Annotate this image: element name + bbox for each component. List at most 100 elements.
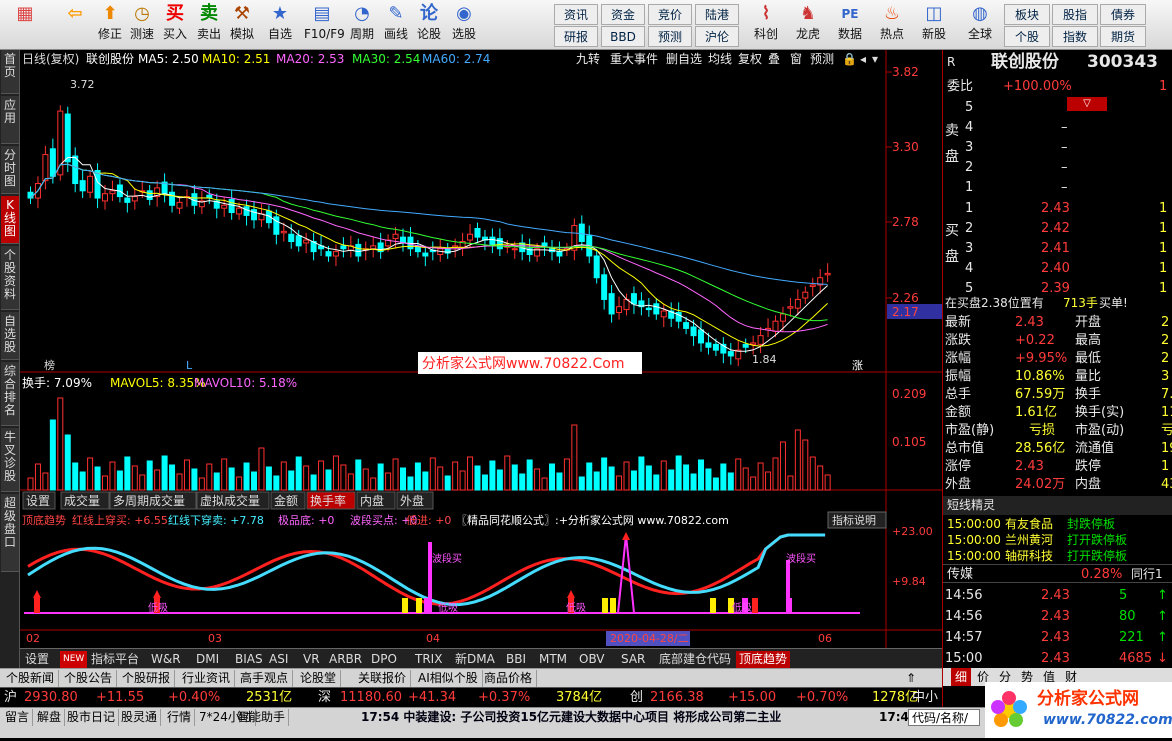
- dragon-tool-button[interactable]: ♞ 龙虎: [788, 2, 828, 48]
- status-item[interactable]: 解盘: [34, 709, 66, 726]
- toolbar-small-button[interactable]: BBD: [601, 26, 645, 47]
- star-tool-button[interactable]: ★ 自选: [262, 2, 298, 48]
- indicator-tab[interactable]: W&R: [148, 651, 184, 668]
- info-tab[interactable]: AI相似个股: [414, 670, 483, 687]
- stat-label: 市盈(静): [945, 423, 995, 438]
- indicator-tab[interactable]: 顶底趋势: [736, 651, 791, 668]
- indicator-tab[interactable]: 新DMA: [452, 651, 498, 668]
- indicator-tab[interactable]: NEW: [60, 651, 88, 668]
- kline-tab[interactable]: 重大事件: [610, 52, 658, 66]
- quote-bottom-tab[interactable]: 细: [951, 668, 971, 686]
- kline-tab[interactable]: 均线: [708, 52, 732, 66]
- kline-tab[interactable]: 九转: [576, 51, 600, 66]
- status-item[interactable]: 行情: [164, 709, 196, 726]
- toolbar-small-button[interactable]: 指数: [1052, 26, 1098, 47]
- buy-level-row: 3 2.41 1: [943, 239, 1172, 258]
- kline-tab[interactable]: 窗: [790, 52, 802, 66]
- toolbar-small-button[interactable]: 股指: [1052, 4, 1098, 25]
- left-tab-7[interactable]: 牛叉诊股: [1, 428, 19, 492]
- buy-tool-button[interactable]: 买买入: [157, 2, 193, 48]
- info-tab[interactable]: 个股公告: [60, 670, 118, 687]
- lock-icon[interactable]: 🔒: [842, 52, 857, 66]
- menu-arrow-icon[interactable]: ▾: [872, 52, 878, 66]
- kline-tab[interactable]: 叠: [768, 52, 780, 66]
- info-tab[interactable]: 个股研报: [118, 670, 176, 687]
- clock-tool-button[interactable]: ◷ 测速: [124, 2, 160, 48]
- indicator-tab[interactable]: 底部建仓代码: [656, 651, 734, 668]
- ipo-tool-button[interactable]: ◫ 新股: [914, 2, 954, 48]
- left-tab-2[interactable]: 分时图: [1, 146, 19, 194]
- status-item[interactable]: 股市日记: [64, 709, 120, 726]
- volume-bar: [444, 475, 451, 491]
- indicator-tab[interactable]: ARBR: [326, 651, 365, 668]
- toolbar-small-button[interactable]: 沪伦: [695, 26, 739, 47]
- left-tab-8[interactable]: 超级盘口: [1, 494, 19, 572]
- toolbar-small-button[interactable]: 资金: [601, 4, 645, 25]
- info-tab[interactable]: 论股堂: [296, 670, 342, 687]
- left-tab-5[interactable]: 自选股: [1, 312, 19, 360]
- hammer-tool-button[interactable]: ⚒ 模拟: [224, 2, 260, 48]
- signal-bar: [402, 598, 408, 613]
- arrow-left-icon[interactable]: ◂: [860, 52, 866, 66]
- toolbar-small-button[interactable]: 債券: [1100, 4, 1146, 25]
- period-tool-button[interactable]: ◔ 周期: [344, 2, 380, 48]
- candle-body: [683, 322, 690, 329]
- discuss-tool-button[interactable]: 论论股: [411, 2, 447, 48]
- tool-label: 科创: [753, 27, 778, 41]
- kline-tab[interactable]: 预测: [810, 52, 834, 66]
- toolbar-small-button[interactable]: 陆港: [695, 4, 739, 25]
- toolbar-small-button[interactable]: 个股: [1004, 26, 1050, 47]
- toolbar-small-button[interactable]: 期货: [1100, 26, 1146, 47]
- globe-tool-button[interactable]: ◍ 全球: [960, 2, 1000, 48]
- hot-tool-button[interactable]: ♨ 热点: [872, 2, 912, 48]
- left-tab-3[interactable]: K线图: [1, 196, 19, 244]
- kline-tab[interactable]: 复权: [738, 52, 762, 66]
- kc-tool-button[interactable]: ⌇ 科创: [746, 2, 786, 48]
- toolbar-small-button[interactable]: 板块: [1004, 4, 1050, 25]
- status-item[interactable]: 股灵通: [118, 709, 162, 726]
- candle-body: [236, 207, 243, 215]
- kline-tab[interactable]: 删自选: [666, 52, 702, 66]
- indicator-tab[interactable]: DMI: [193, 651, 222, 668]
- indicator-tab[interactable]: TRIX: [412, 651, 445, 668]
- pen-tool-button[interactable]: ✎ 画线: [378, 2, 414, 48]
- sell-tool-button[interactable]: 卖卖出: [191, 2, 227, 48]
- volume-bar: [273, 475, 280, 491]
- indicator-tab[interactable]: 指标平台: [88, 651, 142, 668]
- select-tool-button[interactable]: ◉ 选股: [446, 2, 482, 48]
- left-tab-1[interactable]: 应用: [1, 96, 19, 144]
- left-tab-0[interactable]: 首页: [1, 50, 19, 94]
- indicator-tab[interactable]: OBV: [576, 651, 608, 668]
- left-tab-4[interactable]: 个股资料: [1, 246, 19, 310]
- level-num: 1: [965, 201, 974, 216]
- candle-body: [690, 326, 697, 337]
- f10-tool-button[interactable]: ▤ F10/F9: [304, 2, 345, 48]
- pin-icon[interactable]: ⇑: [902, 670, 920, 687]
- indicator-tab[interactable]: ASI: [266, 651, 291, 668]
- info-tab[interactable]: 行业资讯: [178, 670, 236, 687]
- info-tab[interactable]: 个股新闻: [2, 670, 60, 687]
- info-tab[interactable]: 商品价格: [480, 670, 538, 687]
- status-item[interactable]: 智能助手: [234, 709, 290, 726]
- toolbar-small-button[interactable]: 资讯: [554, 4, 598, 25]
- info-tab[interactable]: 关联报价: [354, 670, 412, 687]
- news-ticker[interactable]: 17:54 中装建设: 子公司投资15亿元建设大数据中心项目 将形成公司第二主业: [358, 709, 784, 726]
- indicator-tab[interactable]: BBI: [503, 651, 529, 668]
- status-item[interactable]: 留言: [2, 709, 34, 726]
- indicator-tab[interactable]: SAR: [618, 651, 648, 668]
- indicator-tab[interactable]: VR: [300, 651, 323, 668]
- left-tab-6[interactable]: 综合排名: [1, 362, 19, 426]
- grid-tool-button[interactable]: ▦: [2, 2, 48, 48]
- indicator-tab[interactable]: DPO: [368, 651, 400, 668]
- buy-price: 2.42: [1041, 221, 1070, 236]
- toolbar-small-button[interactable]: 预测: [648, 26, 692, 47]
- toolbar-small-button[interactable]: 竞价: [648, 4, 692, 25]
- pe-tool-button[interactable]: PE 数据: [830, 2, 870, 48]
- refresh-tool-button[interactable]: ⬆ 修正: [92, 2, 128, 48]
- indicator-tab[interactable]: MTM: [536, 651, 570, 668]
- indicator-tab[interactable]: BIAS: [232, 651, 266, 668]
- toolbar-small-button[interactable]: 研报: [554, 26, 598, 47]
- info-tab[interactable]: 高手观点: [236, 670, 294, 687]
- search-input[interactable]: 代码/名称/: [908, 709, 980, 726]
- indicator-tab[interactable]: 设置: [22, 651, 52, 668]
